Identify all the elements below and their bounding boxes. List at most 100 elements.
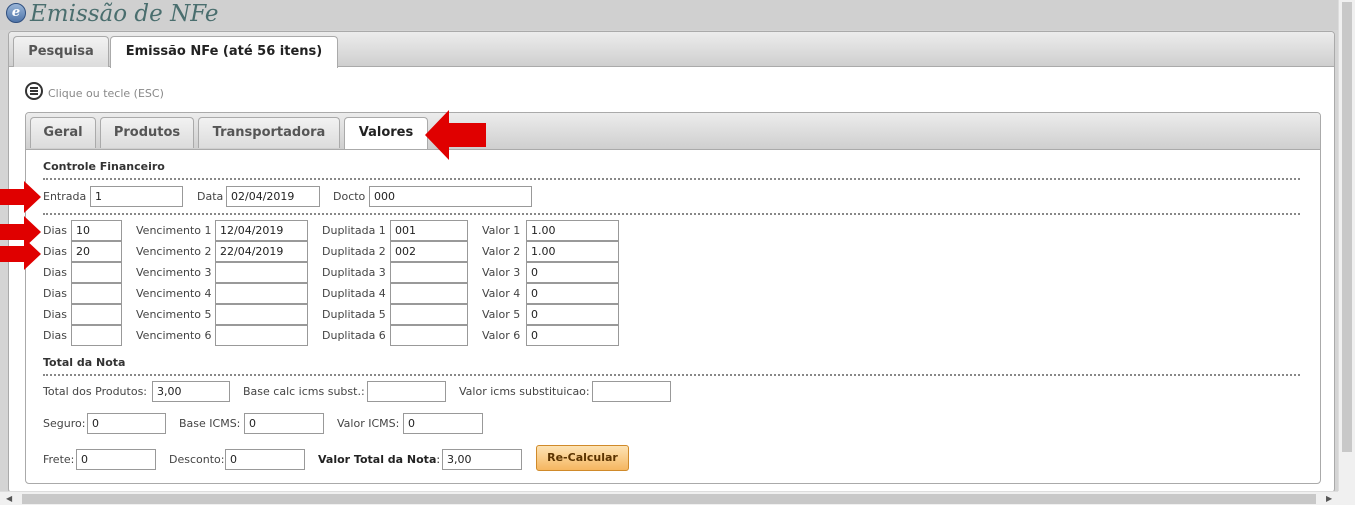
duplicata-input[interactable] [390,304,468,325]
inner-panel: Geral Produtos Transportadora Valores Co… [25,112,1321,484]
tab-pesquisa[interactable]: Pesquisa [13,36,109,67]
base-subst-input[interactable] [367,381,446,402]
desconto-label: Desconto: [169,453,225,466]
divider [43,374,1300,376]
outer-panel: Pesquisa Emissão NFe (até 56 itens) Cliq… [8,31,1335,493]
nfe-logo-icon: e [6,3,26,23]
page-title: Emissão de NFe [30,1,219,27]
divider [43,178,1300,180]
tab-geral[interactable]: Geral [30,117,96,148]
arrow-left-icon [425,110,486,160]
valor-subst-label: Valor icms substituicao: [459,385,590,398]
dias-input[interactable]: 10 [71,220,122,241]
vencimento-input[interactable] [215,304,308,325]
seguro-input[interactable]: 0 [87,413,166,434]
scroll-right-icon[interactable]: ▶ [1326,493,1332,505]
frete-label: Frete: [43,453,75,466]
duplicata-input[interactable]: 002 [390,241,468,262]
duplicata-label: Duplitada 5 [322,308,386,321]
dias-label: Dias [43,266,67,279]
total-produtos-input[interactable]: 3,00 [152,381,230,402]
desconto-input[interactable]: 0 [225,449,305,470]
arrow-right-icon [0,238,41,270]
arrow-right-icon [0,181,41,213]
dias-input[interactable] [71,304,122,325]
vencimento-input[interactable] [215,283,308,304]
tab-valores[interactable]: Valores [344,117,428,149]
scrollbar-thumb[interactable] [22,494,1316,504]
valor-input[interactable]: 1.00 [526,220,619,241]
app-header: e Emissão de NFe [0,0,1338,30]
dias-input[interactable] [71,325,122,346]
scrollbar-corner [1338,491,1355,505]
valor-subst-input[interactable] [592,381,671,402]
valor-input[interactable]: 0 [526,325,619,346]
tab-produtos[interactable]: Produtos [100,117,194,148]
dias-label: Dias [43,329,67,342]
vencimento-input[interactable]: 12/04/2019 [215,220,308,241]
vencimento-label: Vencimento 6 [136,329,212,342]
total-produtos-label: Total dos Produtos: [43,385,148,398]
valor-input[interactable]: 1.00 [526,241,619,262]
divider [43,213,1300,215]
valor-input[interactable]: 0 [526,262,619,283]
valor-input[interactable]: 0 [526,283,619,304]
dias-label: Dias [43,287,67,300]
vencimento-label: Vencimento 5 [136,308,212,321]
tab-emissao-nfe[interactable]: Emissão NFe (até 56 itens) [110,36,338,68]
vencimento-label: Vencimento 3 [136,266,212,279]
outer-tab-bar: Pesquisa Emissão NFe (até 56 itens) [9,32,1334,68]
docto-input[interactable]: 000 [369,186,532,207]
valor-input[interactable]: 0 [526,304,619,325]
entrada-label: Entrada [43,190,87,203]
valor-icms-input[interactable]: 0 [403,413,483,434]
vertical-scrollbar[interactable] [1338,0,1355,491]
base-subst-label: Base calc icms subst.: [243,385,365,398]
duplicata-input[interactable]: 001 [390,220,468,241]
vencimento-label: Vencimento 2 [136,245,212,258]
tab-transportadora[interactable]: Transportadora [198,117,340,148]
valor-label: Valor 2 [482,245,521,258]
duplicata-label: Duplitada 6 [322,329,386,342]
valor-icms-label: Valor ICMS: [337,417,400,430]
valor-label: Valor 1 [482,224,521,237]
valor-total-input[interactable]: 3,00 [442,449,522,470]
vencimento-input[interactable] [215,262,308,283]
vencimento-input[interactable]: 22/04/2019 [215,241,308,262]
scrollbar-thumb[interactable] [1342,2,1352,452]
horizontal-scrollbar[interactable]: ◀ ▶ [0,491,1338,505]
duplicata-input[interactable] [390,325,468,346]
valor-label: Valor 6 [482,329,521,342]
duplicata-input[interactable] [390,262,468,283]
scroll-left-icon[interactable]: ◀ [6,493,12,505]
valor-label: Valor 3 [482,266,521,279]
menu-icon[interactable] [25,82,43,100]
recalcular-button[interactable]: Re-Calcular [536,445,629,471]
vencimento-label: Vencimento 4 [136,287,212,300]
inner-tab-bar: Geral Produtos Transportadora Valores [26,113,1320,150]
valor-total-colon: : [436,453,441,466]
duplicata-label: Duplitada 3 [322,266,386,279]
dias-label: Dias [43,245,67,258]
base-icms-input[interactable]: 0 [244,413,324,434]
frete-input[interactable]: 0 [76,449,156,470]
dias-input[interactable] [71,283,122,304]
entrada-input[interactable]: 1 [90,186,183,207]
valor-label: Valor 5 [482,308,521,321]
duplicata-label: Duplitada 2 [322,245,386,258]
section-controle-financeiro: Controle Financeiro [43,160,165,173]
vencimento-input[interactable] [215,325,308,346]
duplicata-label: Duplitada 1 [322,224,386,237]
data-input[interactable]: 02/04/2019 [226,186,320,207]
menu-hint: Clique ou tecle (ESC) [48,87,164,100]
dias-input[interactable]: 20 [71,241,122,262]
duplicata-input[interactable] [390,283,468,304]
dias-input[interactable] [71,262,122,283]
valor-label: Valor 4 [482,287,521,300]
docto-label: Docto [333,190,366,203]
dias-label: Dias [43,308,67,321]
base-icms-label: Base ICMS: [179,417,241,430]
duplicata-label: Duplitada 4 [322,287,386,300]
valor-total-label: Valor Total da Nota: [318,453,440,467]
section-total-da-nota: Total da Nota [43,356,126,369]
